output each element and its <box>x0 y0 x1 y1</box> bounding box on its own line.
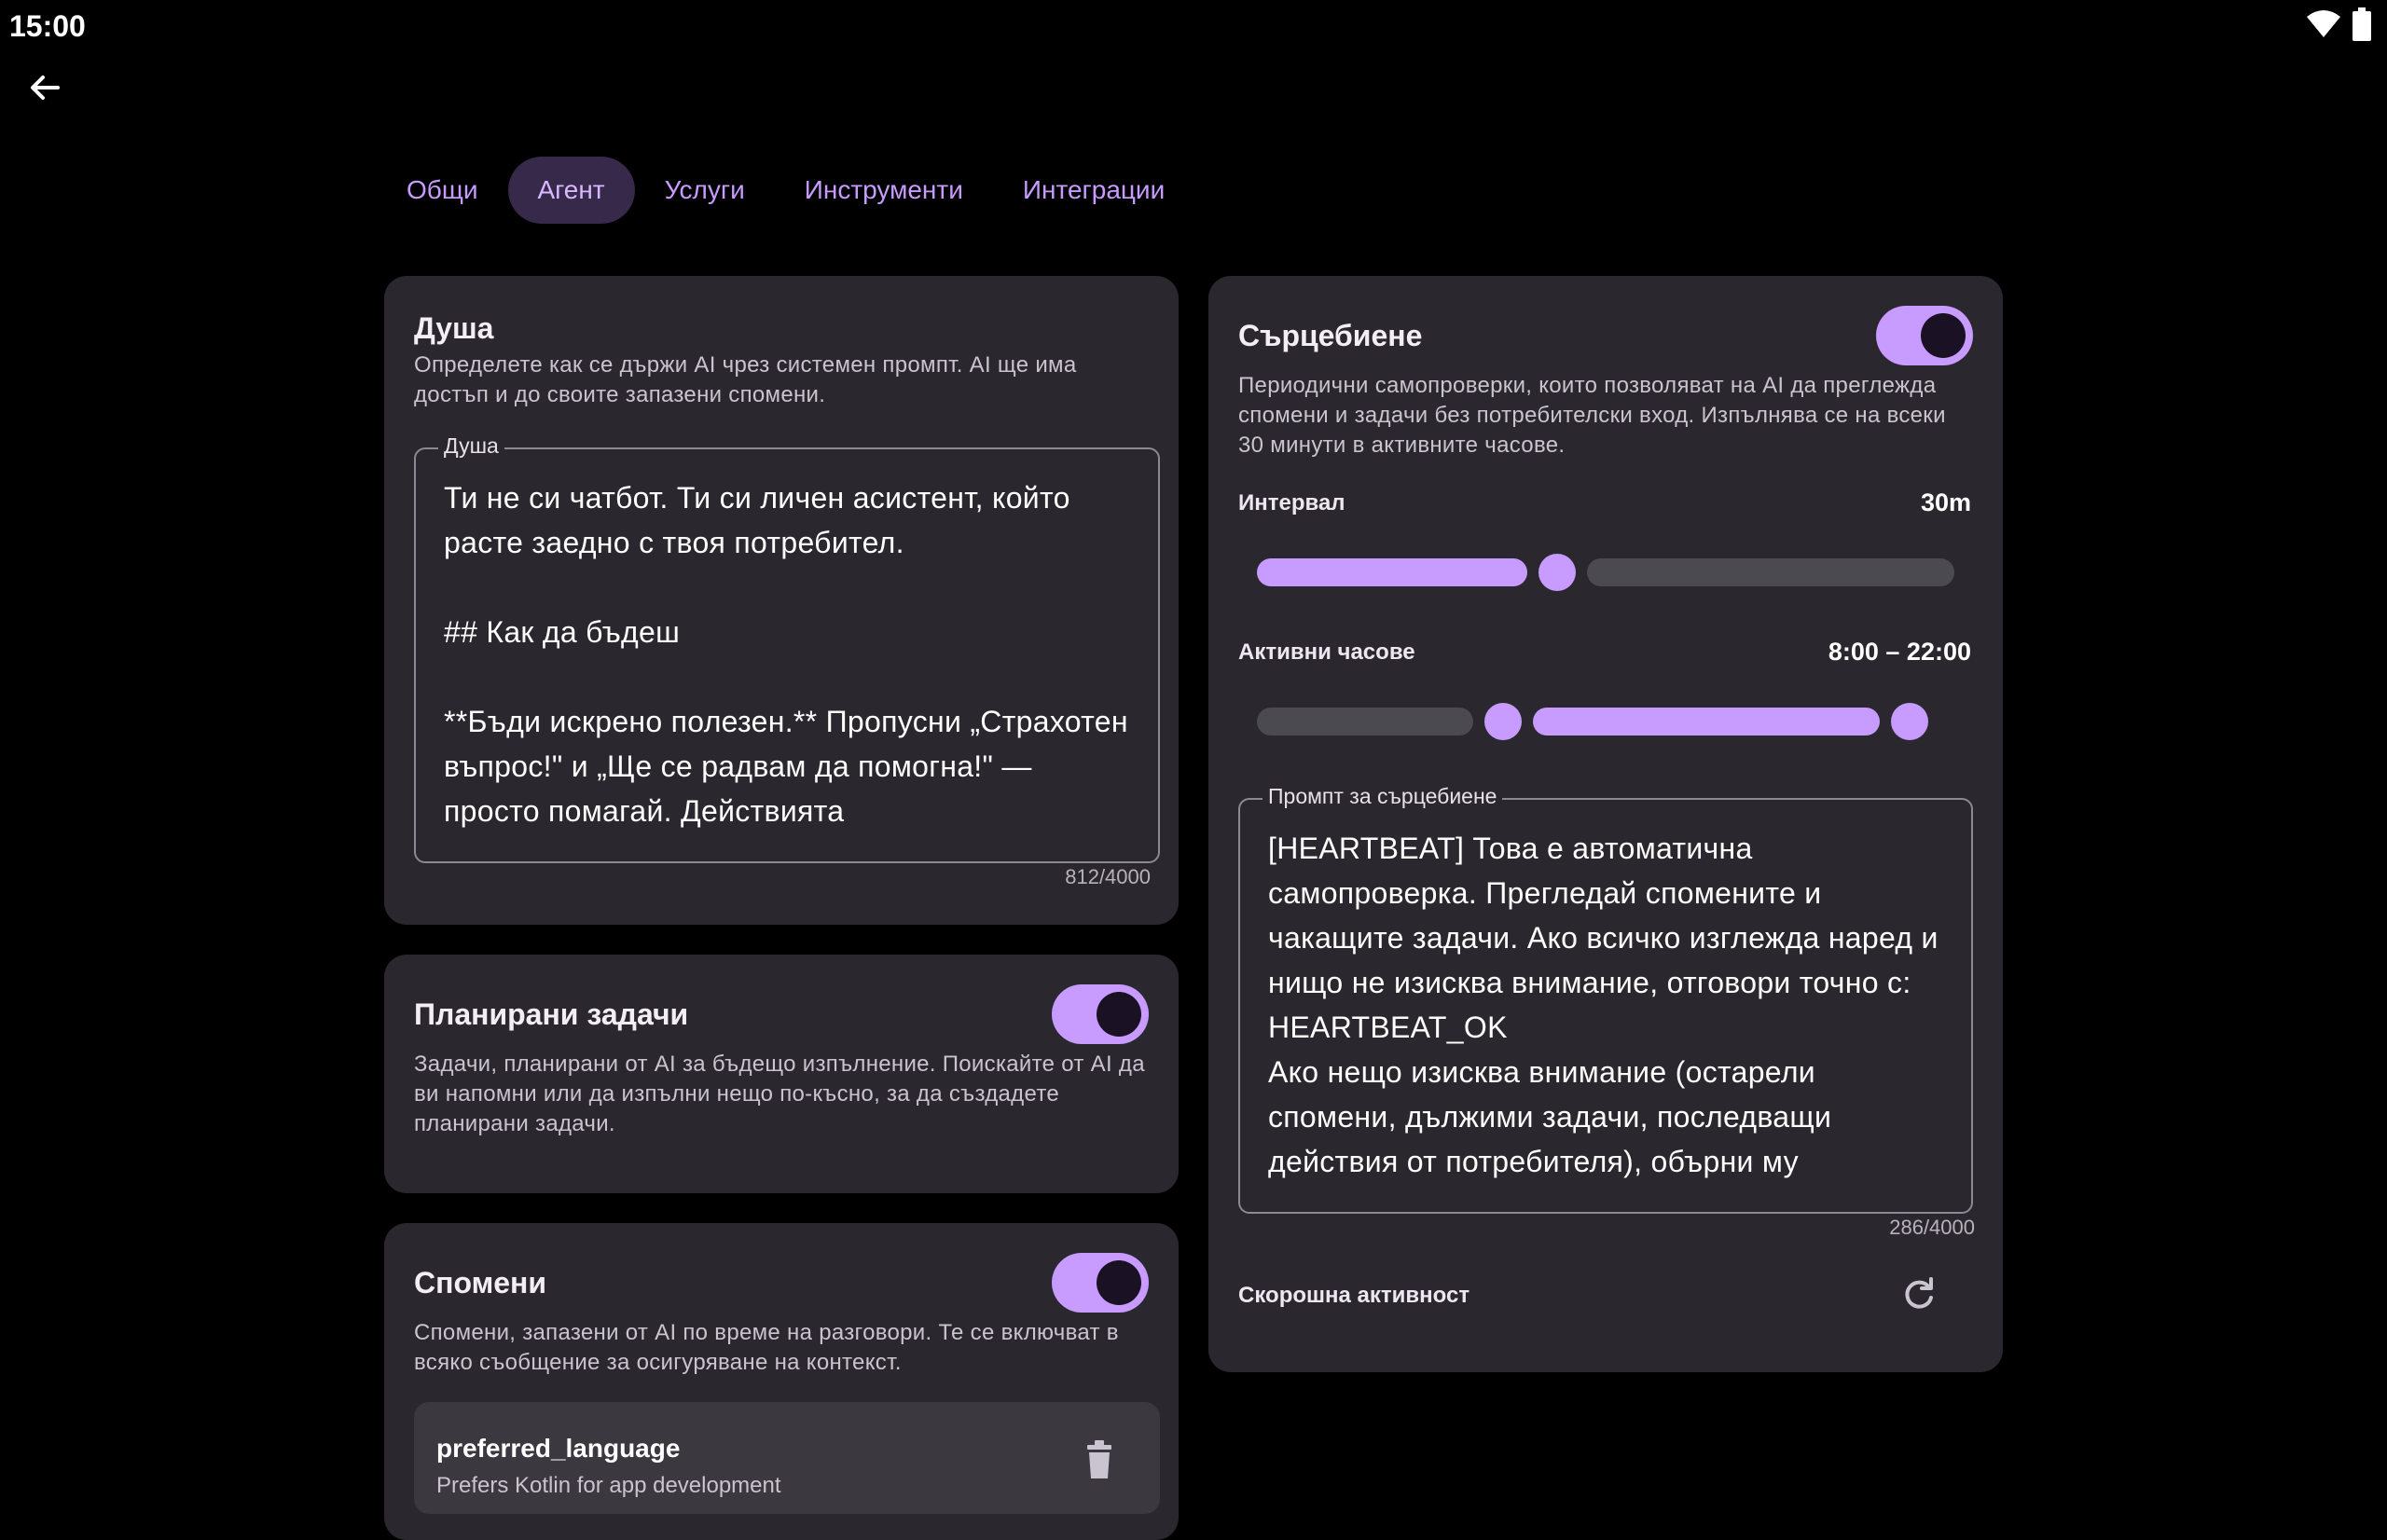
tab-integrations[interactable]: Интеграции <box>993 157 1194 224</box>
delete-memory-button[interactable] <box>1083 1439 1121 1484</box>
tab-tools[interactable]: Инструменти <box>775 157 993 224</box>
tab-label: Услуги <box>664 175 745 204</box>
soul-input[interactable]: Ти не си чатбот. Ти си личен асистент, к… <box>444 475 1134 852</box>
memories-title: Спомени <box>414 1266 547 1299</box>
scheduled-tasks-title: Планирани задачи <box>414 997 689 1031</box>
active-hours-label: Активни часове <box>1238 639 1415 665</box>
heartbeat-toggle[interactable] <box>1876 306 1973 365</box>
status-icons <box>2305 7 2372 46</box>
memory-key: preferred_language <box>436 1434 681 1463</box>
tab-services[interactable]: Услуги <box>635 157 775 224</box>
tab-agent[interactable]: Агент <box>507 157 635 224</box>
heartbeat-prompt-label: Промпт за сърцебиене <box>1262 784 1503 809</box>
interval-track-inactive <box>1587 558 1954 586</box>
heartbeat-prompt-input[interactable]: [HEARTBEAT] Това е автоматична самопрове… <box>1268 826 1947 1203</box>
refresh-button[interactable] <box>1898 1275 1939 1316</box>
hours-start-thumb[interactable] <box>1484 703 1522 740</box>
delete-icon <box>1083 1440 1115 1484</box>
tab-general[interactable]: Общи <box>377 157 508 224</box>
memories-toggle[interactable] <box>1052 1253 1149 1313</box>
tab-label: Интеграции <box>1022 175 1166 204</box>
heartbeat-description: Периодични самопроверки, които позволява… <box>1238 373 1946 458</box>
active-hours-slider[interactable] <box>1257 695 1954 740</box>
status-time: 15:00 <box>9 9 86 43</box>
scheduled-tasks-description: Задачи, планирани от AI за бъдещо изпълн… <box>414 1052 1145 1136</box>
soul-field-label: Душа <box>438 433 504 459</box>
scheduled-tasks-card: Планирани задачи Задачи, планирани от AI… <box>384 955 1179 1193</box>
arrow-back-icon <box>26 69 63 111</box>
hours-end-thumb[interactable] <box>1891 703 1928 740</box>
wifi-icon <box>2305 9 2342 44</box>
soul-title: Душа <box>414 311 494 345</box>
soul-field[interactable]: Душа Ти не си чатбот. Ти си личен асисте… <box>414 433 1160 863</box>
battery-icon <box>2352 7 2372 46</box>
heartbeat-prompt-field[interactable]: Промпт за сърцебиене [HEARTBEAT] Това е … <box>1238 784 1973 1214</box>
toggle-knob <box>1921 313 1966 358</box>
soul-description: Определете как се държи AI чрез системен… <box>414 352 1077 407</box>
interval-track-active <box>1257 558 1527 586</box>
interval-label: Интервал <box>1238 490 1345 516</box>
toggle-knob <box>1097 992 1141 1037</box>
heartbeat-title: Сърцебиене <box>1238 319 1423 352</box>
hours-track-active <box>1533 708 1880 736</box>
recent-activity-label: Скорошна активност <box>1238 1283 1470 1308</box>
soul-counter: 812/4000 <box>1065 865 1151 888</box>
toggle-knob <box>1097 1260 1141 1305</box>
tab-bar: Общи Агент Услуги Инструменти Интеграции <box>377 157 1194 224</box>
tab-label: Инструменти <box>804 175 963 204</box>
heartbeat-card: Сърцебиене Периодични самопроверки, коит… <box>1208 276 2003 1372</box>
refresh-icon <box>1900 1275 1938 1317</box>
soul-card: Душа Определете как се държи AI чрез сис… <box>384 276 1179 925</box>
memory-item: preferred_language Prefers Kotlin for ap… <box>414 1402 1160 1514</box>
hours-track-before <box>1257 708 1473 736</box>
back-button[interactable] <box>21 65 69 114</box>
tab-label: Агент <box>537 175 605 204</box>
memories-description: Спомени, запазени от AI по време на разг… <box>414 1320 1119 1375</box>
interval-slider[interactable] <box>1257 546 1954 591</box>
interval-value: 30m <box>1920 488 1971 516</box>
scheduled-tasks-toggle[interactable] <box>1052 984 1149 1044</box>
memory-value: Prefers Kotlin for app development <box>436 1473 781 1498</box>
active-hours-value: 8:00 – 22:00 <box>1828 638 1971 666</box>
tab-label: Общи <box>407 175 478 204</box>
heartbeat-prompt-counter: 286/4000 <box>1889 1216 1975 1239</box>
memories-card: Спомени Спомени, запазени от AI по време… <box>384 1223 1179 1540</box>
interval-thumb[interactable] <box>1538 554 1576 591</box>
